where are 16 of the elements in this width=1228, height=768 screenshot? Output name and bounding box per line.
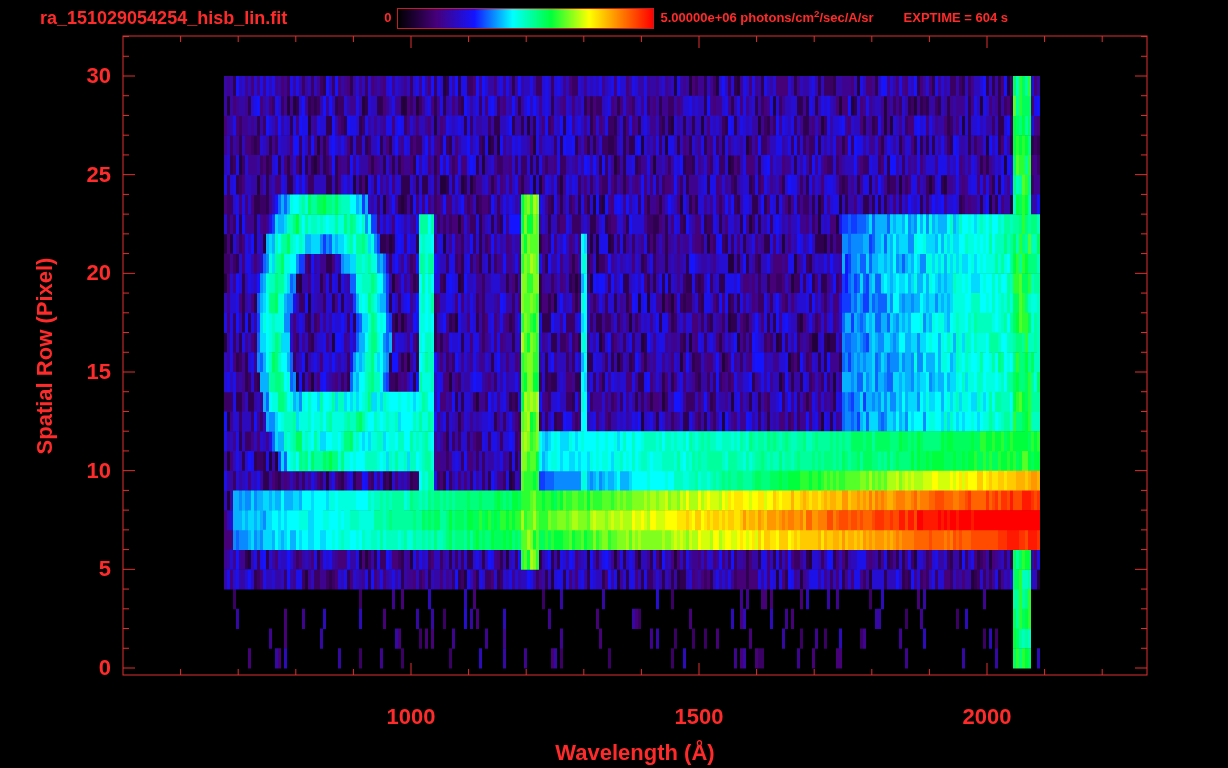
y-tick-label: 30 xyxy=(86,65,111,87)
x-tick-label: 2000 xyxy=(962,703,1012,731)
y-axis-label: Spatial Row (Pixel) xyxy=(30,257,58,455)
y-tick-label: 0 xyxy=(98,657,111,679)
y-tick-label: 5 xyxy=(98,558,111,581)
y-tick-label: 20 xyxy=(86,262,111,285)
y-tick-label: 15 xyxy=(86,361,111,383)
x-tick-label: 1500 xyxy=(674,703,724,731)
x-axis-label: Wavelength (Å) xyxy=(555,739,715,767)
x-tick-label: 1000 xyxy=(386,703,436,731)
plot-title: ra_151029054254_hisb_lin.fit xyxy=(40,9,288,27)
colorbar-min-label: 0 xyxy=(384,9,392,28)
colorbar-max-label: 5.00000e+06 photons/cm$^{2}$/sec/A/sr xyxy=(660,8,874,28)
exposure-time-label: EXPTIME = 604 s xyxy=(903,9,1009,28)
y-tick-label: 25 xyxy=(86,163,111,186)
y-tick-label: 10 xyxy=(86,459,111,482)
